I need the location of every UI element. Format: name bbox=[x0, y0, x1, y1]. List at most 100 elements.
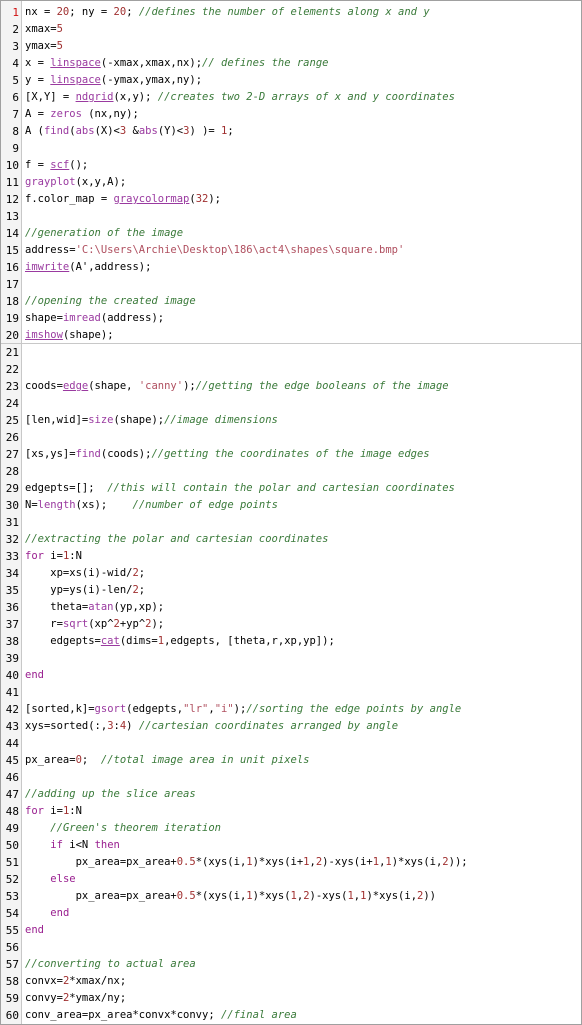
code-text[interactable]: conv_area=px_area*convx*convy; //final a… bbox=[25, 1007, 297, 1024]
code-line[interactable]: 35 yp=ys(i)-len/2; bbox=[1, 582, 581, 599]
code-text[interactable]: //Green's theorem iteration bbox=[25, 820, 221, 837]
code-text[interactable]: coods=edge(shape, 'canny');//getting the… bbox=[25, 378, 449, 395]
code-text[interactable]: //extracting the polar and cartesian coo… bbox=[25, 531, 328, 548]
code-editor[interactable]: 1 nx = 20; ny = 20; //defines the number … bbox=[0, 0, 582, 1025]
code-line[interactable]: 1 nx = 20; ny = 20; //defines the number … bbox=[1, 4, 581, 21]
code-text[interactable]: xmax=5 bbox=[25, 21, 63, 38]
code-line[interactable]: 49 //Green's theorem iteration bbox=[1, 820, 581, 837]
code-text[interactable]: x = linspace(-xmax,xmax,nx);// defines t… bbox=[25, 55, 328, 72]
code-text[interactable]: //adding up the slice areas bbox=[25, 786, 196, 803]
code-line[interactable]: 18 //opening the created image bbox=[1, 293, 581, 310]
code-line[interactable]: 4 x = linspace(-xmax,xmax,nx);// defines … bbox=[1, 55, 581, 72]
code-line[interactable]: 37 r=sqrt(xp^2+yp^2); bbox=[1, 616, 581, 633]
code-line[interactable]: 54 end bbox=[1, 905, 581, 922]
code-line[interactable]: 57 //converting to actual area bbox=[1, 956, 581, 973]
code-text[interactable]: end bbox=[25, 905, 69, 922]
code-line[interactable]: 21 bbox=[1, 344, 581, 361]
code-line[interactable]: 59 convy=2*ymax/ny; bbox=[1, 990, 581, 1007]
code-text[interactable]: address='C:\Users\Archie\Desktop\186\act… bbox=[25, 242, 404, 259]
code-text[interactable]: y = linspace(-ymax,ymax,ny); bbox=[25, 72, 202, 89]
code-text[interactable]: A = zeros (nx,ny); bbox=[25, 106, 139, 123]
code-line[interactable]: 16 imwrite(A',address); bbox=[1, 259, 581, 276]
code-text[interactable]: f = scf(); bbox=[25, 157, 88, 174]
code-line[interactable]: 47 //adding up the slice areas bbox=[1, 786, 581, 803]
code-line[interactable]: 2 xmax=5 bbox=[1, 21, 581, 38]
code-line[interactable]: 42 [sorted,k]=gsort(edgepts,"lr","i");//s… bbox=[1, 701, 581, 718]
code-line[interactable]: 39 bbox=[1, 650, 581, 667]
code-line[interactable]: 34 xp=xs(i)-wid/2; bbox=[1, 565, 581, 582]
code-line[interactable]: 13 bbox=[1, 208, 581, 225]
code-line[interactable]: 58 convx=2*xmax/nx; bbox=[1, 973, 581, 990]
code-line[interactable]: 51 px_area=px_area+0.5*(xys(i,1)*xys(i+1… bbox=[1, 854, 581, 871]
code-text[interactable]: //generation of the image bbox=[25, 225, 183, 242]
code-line[interactable]: 11 grayplot(x,y,A); bbox=[1, 174, 581, 191]
code-line[interactable]: 22 bbox=[1, 361, 581, 378]
code-line[interactable]: 29 edgepts=[]; //this will contain the po… bbox=[1, 480, 581, 497]
code-line[interactable]: 3 ymax=5 bbox=[1, 38, 581, 55]
code-text[interactable]: end bbox=[25, 922, 44, 939]
code-text[interactable]: edgepts=[]; //this will contain the pola… bbox=[25, 480, 455, 497]
code-text[interactable]: //converting to actual area bbox=[25, 956, 196, 973]
code-text[interactable]: xys=sorted(:,3:4) //cartesian coordinate… bbox=[25, 718, 398, 735]
code-line[interactable]: 44 bbox=[1, 735, 581, 752]
code-text[interactable]: shape=imread(address); bbox=[25, 310, 164, 327]
code-line[interactable]: 23 coods=edge(shape, 'canny');//getting t… bbox=[1, 378, 581, 395]
code-line[interactable]: 33 for i=1:N bbox=[1, 548, 581, 565]
code-text[interactable]: imshow(shape); bbox=[25, 327, 114, 344]
code-line[interactable]: 46 bbox=[1, 769, 581, 786]
code-line[interactable]: 26 bbox=[1, 429, 581, 446]
code-text[interactable]: if i<N then bbox=[25, 837, 120, 854]
code-line[interactable]: 43 xys=sorted(:,3:4) //cartesian coordina… bbox=[1, 718, 581, 735]
code-text[interactable]: A (find(abs(X)<3 &abs(Y)<3) )= 1; bbox=[25, 123, 234, 140]
code-text[interactable]: nx = 20; ny = 20; //defines the number o… bbox=[25, 4, 430, 21]
code-line[interactable]: 56 bbox=[1, 939, 581, 956]
code-text[interactable]: xp=xs(i)-wid/2; bbox=[25, 565, 145, 582]
code-text[interactable]: f.color_map = graycolormap(32); bbox=[25, 191, 221, 208]
code-line[interactable]: 40 end bbox=[1, 667, 581, 684]
code-text[interactable]: N=length(xs); //number of edge points bbox=[25, 497, 278, 514]
code-text[interactable]: px_area=px_area+0.5*(xys(i,1)*xys(1,2)-x… bbox=[25, 888, 436, 905]
code-text[interactable]: for i=1:N bbox=[25, 548, 82, 565]
code-line[interactable]: 55 end bbox=[1, 922, 581, 939]
code-line[interactable]: 38 edgepts=cat(dims=1,edgepts, [theta,r,… bbox=[1, 633, 581, 650]
code-text[interactable]: edgepts=cat(dims=1,edgepts, [theta,r,xp,… bbox=[25, 633, 335, 650]
code-line[interactable]: 20 imshow(shape); bbox=[1, 327, 581, 344]
code-line[interactable]: 45 px_area=0; //total image area in unit … bbox=[1, 752, 581, 769]
code-line[interactable]: 10 f = scf(); bbox=[1, 157, 581, 174]
code-line[interactable]: 8 A (find(abs(X)<3 &abs(Y)<3) )= 1; bbox=[1, 123, 581, 140]
code-line[interactable]: 5 y = linspace(-ymax,ymax,ny); bbox=[1, 72, 581, 89]
code-line[interactable]: 6 [X,Y] = ndgrid(x,y); //creates two 2-D … bbox=[1, 89, 581, 106]
code-line[interactable]: 14 //generation of the image bbox=[1, 225, 581, 242]
code-text[interactable]: r=sqrt(xp^2+yp^2); bbox=[25, 616, 164, 633]
code-line[interactable]: 53 px_area=px_area+0.5*(xys(i,1)*xys(1,2… bbox=[1, 888, 581, 905]
code-text[interactable]: [sorted,k]=gsort(edgepts,"lr","i");//sor… bbox=[25, 701, 461, 718]
code-text[interactable]: else bbox=[25, 871, 75, 888]
code-text[interactable]: convx=2*xmax/nx; bbox=[25, 973, 126, 990]
code-line[interactable]: 60 conv_area=px_area*convx*convy; //final… bbox=[1, 1007, 581, 1024]
code-text[interactable]: for i=1:N bbox=[25, 803, 82, 820]
code-line[interactable]: 36 theta=atan(yp,xp); bbox=[1, 599, 581, 616]
code-line[interactable]: 31 bbox=[1, 514, 581, 531]
code-text[interactable]: convy=2*ymax/ny; bbox=[25, 990, 126, 1007]
code-text[interactable]: //opening the created image bbox=[25, 293, 196, 310]
code-lines[interactable]: 1 nx = 20; ny = 20; //defines the number … bbox=[1, 4, 581, 1024]
code-text[interactable]: yp=ys(i)-len/2; bbox=[25, 582, 145, 599]
code-text[interactable]: [len,wid]=size(shape);//image dimensions bbox=[25, 412, 278, 429]
code-line[interactable]: 52 else bbox=[1, 871, 581, 888]
code-line[interactable]: 12 f.color_map = graycolormap(32); bbox=[1, 191, 581, 208]
code-text[interactable]: grayplot(x,y,A); bbox=[25, 174, 126, 191]
code-line[interactable]: 41 bbox=[1, 684, 581, 701]
code-line[interactable]: 9 bbox=[1, 140, 581, 157]
code-text[interactable]: ymax=5 bbox=[25, 38, 63, 55]
code-line[interactable]: 48 for i=1:N bbox=[1, 803, 581, 820]
code-line[interactable]: 30 N=length(xs); //number of edge points bbox=[1, 497, 581, 514]
code-line[interactable]: 50 if i<N then bbox=[1, 837, 581, 854]
code-text[interactable]: [X,Y] = ndgrid(x,y); //creates two 2-D a… bbox=[25, 89, 455, 106]
code-text[interactable]: end bbox=[25, 667, 44, 684]
code-text[interactable]: px_area=0; //total image area in unit pi… bbox=[25, 752, 310, 769]
code-line[interactable]: 17 bbox=[1, 276, 581, 293]
code-line[interactable]: 28 bbox=[1, 463, 581, 480]
code-line[interactable]: 15 address='C:\Users\Archie\Desktop\186\a… bbox=[1, 242, 581, 259]
code-line[interactable]: 24 bbox=[1, 395, 581, 412]
code-line[interactable]: 25 [len,wid]=size(shape);//image dimensio… bbox=[1, 412, 581, 429]
